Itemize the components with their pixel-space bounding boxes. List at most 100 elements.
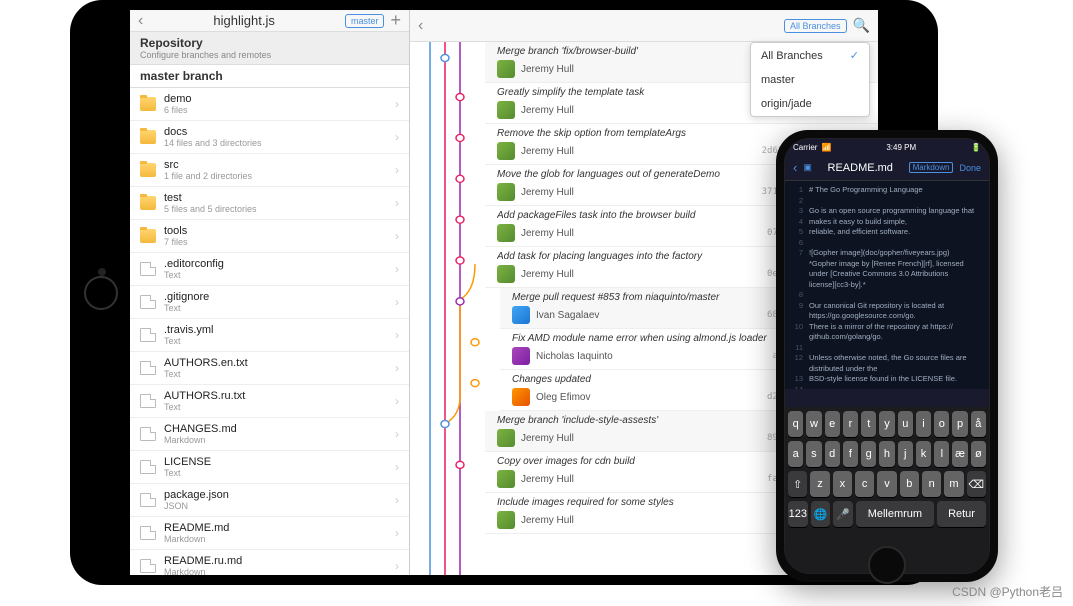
key-k[interactable]: k: [916, 441, 931, 467]
line-number: 9: [789, 301, 803, 312]
line-text: license][cc3-by].*: [809, 280, 866, 291]
commit-author: Jeremy Hull: [521, 64, 772, 75]
key-⌫[interactable]: ⌫: [967, 471, 986, 497]
key-ø[interactable]: ø: [971, 441, 986, 467]
key-o[interactable]: o: [934, 411, 949, 437]
done-button[interactable]: Done: [959, 163, 981, 173]
file-row[interactable]: package.jsonJSON›: [130, 484, 409, 517]
file-row[interactable]: AUTHORS.ru.txtText›: [130, 385, 409, 418]
file-row[interactable]: tools7 files›: [130, 220, 409, 253]
commit-author: Ivan Sagalaev: [536, 310, 761, 321]
file-row[interactable]: CHANGES.mdMarkdown›: [130, 418, 409, 451]
code-editor[interactable]: 1# The Go Programming Language23Go is an…: [785, 181, 989, 389]
dropdown-item[interactable]: master: [751, 68, 869, 92]
key-w[interactable]: w: [806, 411, 821, 437]
key-m[interactable]: m: [944, 471, 963, 497]
key-p[interactable]: p: [952, 411, 967, 437]
chevron-right-icon: ›: [395, 262, 399, 276]
key-s[interactable]: s: [806, 441, 821, 467]
key-mic[interactable]: 🎤: [833, 501, 853, 527]
key-j[interactable]: j: [898, 441, 913, 467]
line-number: 4: [789, 217, 803, 228]
key-g[interactable]: g: [861, 441, 876, 467]
key-⇧[interactable]: ⇧: [788, 471, 807, 497]
add-icon[interactable]: +: [390, 10, 401, 31]
branch-dropdown: All Branches✓ master origin/jade: [750, 42, 870, 117]
nav-preview-icon[interactable]: ▣: [803, 162, 812, 173]
line-number: [789, 332, 803, 343]
code-line: 4makes it easy to build simple,: [789, 217, 985, 228]
key-q[interactable]: q: [788, 411, 803, 437]
line-number: 12: [789, 353, 803, 364]
file-row[interactable]: .travis.ymlText›: [130, 319, 409, 352]
key-æ[interactable]: æ: [952, 441, 967, 467]
key-e[interactable]: e: [825, 411, 840, 437]
file-meta: 1 file and 2 directories: [164, 171, 387, 181]
file-name: tools: [164, 225, 387, 237]
repo-section-header[interactable]: Repository Configure branches and remote…: [130, 32, 409, 65]
key-y[interactable]: y: [879, 411, 894, 437]
key-i[interactable]: i: [916, 411, 931, 437]
branch-badge[interactable]: master: [345, 14, 385, 28]
key-t[interactable]: t: [861, 411, 876, 437]
file-name: AUTHORS.en.txt: [164, 357, 387, 369]
key-n[interactable]: n: [922, 471, 941, 497]
key-å[interactable]: å: [971, 411, 986, 437]
dropdown-item[interactable]: All Branches✓: [751, 43, 869, 68]
back-icon[interactable]: ‹: [138, 12, 143, 30]
file-row[interactable]: test5 files and 5 directories›: [130, 187, 409, 220]
repo-title: highlight.js: [149, 13, 339, 28]
key-v[interactable]: v: [877, 471, 896, 497]
file-row[interactable]: README.ru.mdMarkdown›: [130, 550, 409, 575]
line-text: under [Creative Commons 3.0 Attributions: [809, 269, 948, 280]
avatar: [497, 511, 515, 529]
file-row[interactable]: docs14 files and 3 directories›: [130, 121, 409, 154]
key-b[interactable]: b: [900, 471, 919, 497]
file-meta: Text: [164, 369, 387, 379]
chevron-right-icon: ›: [395, 493, 399, 507]
key-d[interactable]: d: [825, 441, 840, 467]
back-icon-right[interactable]: ‹: [418, 17, 423, 35]
file-row[interactable]: src1 file and 2 directories›: [130, 154, 409, 187]
ipad-home-left[interactable]: [84, 276, 118, 310]
status-bar: Carrier 📶 3:49 PM 🔋: [785, 139, 989, 155]
dropdown-label: master: [761, 74, 795, 86]
key-123[interactable]: 123: [788, 501, 808, 527]
key-u[interactable]: u: [898, 411, 913, 437]
key-a[interactable]: a: [788, 441, 803, 467]
filter-badge[interactable]: All Branches: [784, 19, 847, 33]
file-row[interactable]: AUTHORS.en.txtText›: [130, 352, 409, 385]
file-row[interactable]: README.mdMarkdown›: [130, 517, 409, 550]
file-row[interactable]: .editorconfigText›: [130, 253, 409, 286]
file-name: README.md: [164, 522, 387, 534]
file-row[interactable]: LICENSEText›: [130, 451, 409, 484]
key-z[interactable]: z: [810, 471, 829, 497]
line-number: 11: [789, 343, 803, 354]
dropdown-item[interactable]: origin/jade: [751, 92, 869, 116]
avatar: [512, 306, 530, 324]
iphone-home-button[interactable]: [868, 546, 906, 584]
key-return[interactable]: Retur: [937, 501, 986, 527]
file-row[interactable]: demo6 files›: [130, 88, 409, 121]
battery-icon: 🔋: [971, 143, 981, 152]
file-name: README.ru.md: [164, 555, 387, 567]
syntax-badge[interactable]: Markdown: [909, 162, 954, 173]
search-icon[interactable]: 🔍: [853, 17, 870, 34]
code-line: license][cc3-by].*: [789, 280, 985, 291]
key-globe[interactable]: 🌐: [811, 501, 831, 527]
key-x[interactable]: x: [833, 471, 852, 497]
key-space[interactable]: Mellemrum: [856, 501, 934, 527]
file-icon: [140, 328, 156, 342]
line-text: Go is an open source programming languag…: [809, 206, 974, 217]
key-h[interactable]: h: [879, 441, 894, 467]
code-line: under [Creative Commons 3.0 Attributions: [789, 269, 985, 280]
nav-back-icon[interactable]: ‹: [793, 160, 797, 175]
key-c[interactable]: c: [855, 471, 874, 497]
commit-author: Jeremy Hull: [521, 146, 756, 157]
key-l[interactable]: l: [934, 441, 949, 467]
file-name: AUTHORS.ru.txt: [164, 390, 387, 402]
avatar: [497, 183, 515, 201]
file-row[interactable]: .gitignoreText›: [130, 286, 409, 319]
key-f[interactable]: f: [843, 441, 858, 467]
key-r[interactable]: r: [843, 411, 858, 437]
